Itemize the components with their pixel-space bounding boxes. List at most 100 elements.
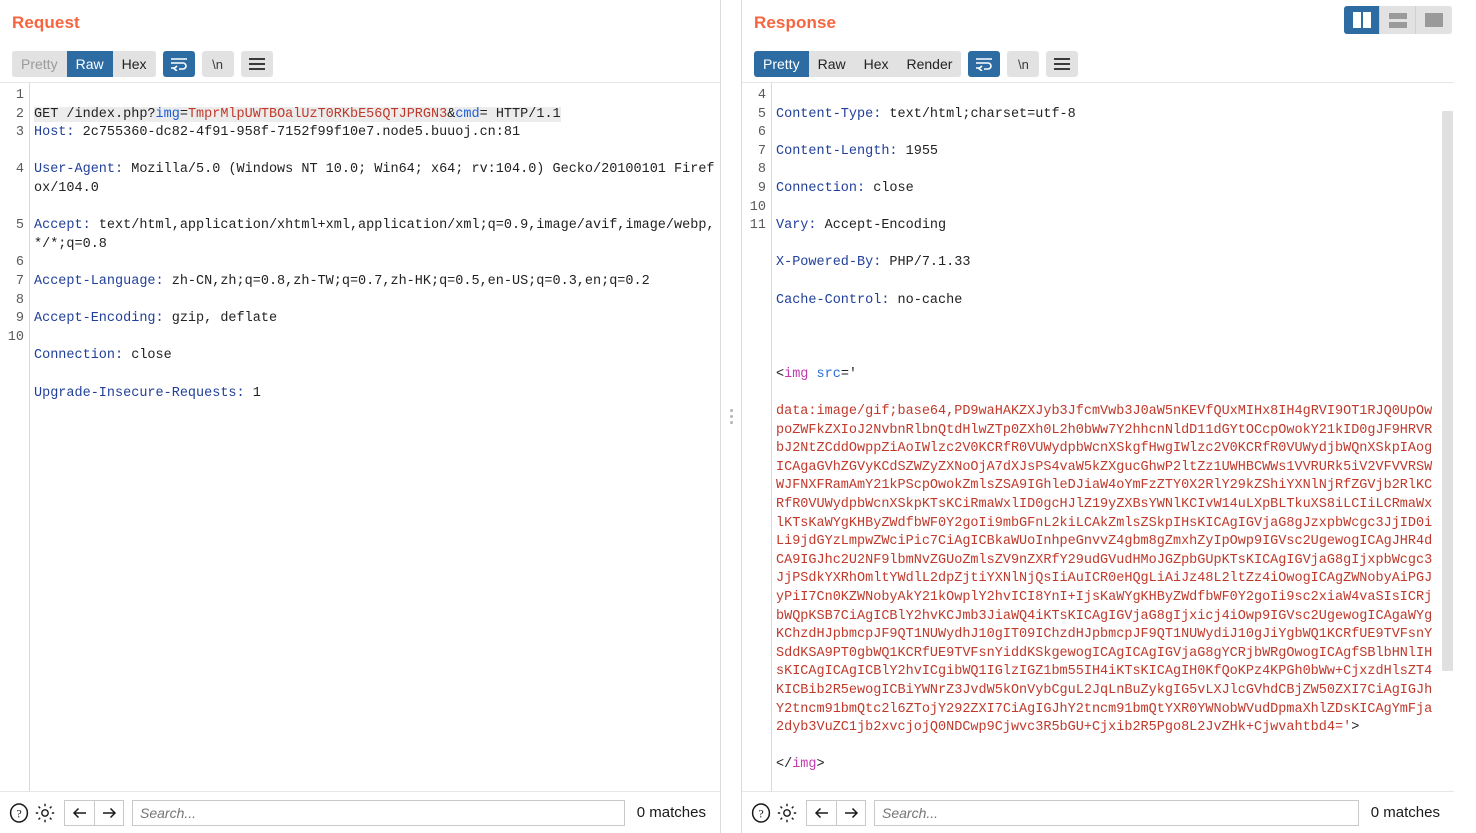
request-gutter-line: 7: [15, 273, 24, 289]
request-param-img: img: [155, 106, 180, 122]
response-gutter-line: 11: [749, 218, 766, 234]
request-newline-button[interactable]: \n: [201, 51, 234, 77]
request-header-name: Accept:: [34, 218, 91, 234]
response-help-icon[interactable]: ?: [748, 800, 774, 826]
request-header-value: zh-CN,zh;q=0.8,zh-TW;q=0.7,zh-HK;q=0.5,e…: [163, 273, 650, 289]
layout-stacked-icon[interactable]: [1380, 6, 1416, 34]
request-view-tabs: Pretty Raw Hex: [12, 51, 156, 77]
response-match-count: 0 matches: [1370, 804, 1440, 821]
response-tag-img-close: img: [792, 757, 817, 773]
response-base64-payload: PD9waHAKZXJyb3JfcmVwb3J0aW5nKEVfQUxMIHx8…: [776, 404, 1433, 736]
response-attr-eq: =': [840, 366, 858, 382]
response-data-uri: data:image/gif;base64,PD9waHAKZXJyb3Jfcm…: [776, 403, 1438, 738]
response-tab-render[interactable]: Render: [897, 51, 962, 77]
response-attr-close: >: [1351, 720, 1360, 736]
response-header-line: X-Powered-By: PHP/7.1.33: [776, 254, 1438, 273]
response-tab-raw[interactable]: Raw: [808, 51, 855, 77]
response-vertical-scrollbar[interactable]: [1440, 83, 1454, 791]
request-eq2: =: [479, 106, 488, 122]
request-prev-match-arrow-left-icon[interactable]: [64, 799, 94, 826]
response-gear-icon[interactable]: [774, 800, 800, 826]
request-wrap-lines-icon[interactable]: [162, 51, 195, 77]
response-header-value: no-cache: [889, 292, 963, 308]
request-header-name: Accept-Encoding:: [34, 311, 164, 327]
response-gutter-line: 4: [757, 88, 766, 103]
layout-side-by-side-icon[interactable]: [1344, 6, 1380, 34]
request-header-value: close: [123, 348, 172, 364]
request-param-cmd: cmd: [455, 106, 480, 122]
response-tab-hex[interactable]: Hex: [854, 51, 898, 77]
request-header-value: 2c755360-dc82-4f91-958f-7152f99f10e7.nod…: [74, 125, 521, 141]
response-scroll-thumb[interactable]: [1442, 111, 1453, 671]
request-gutter-line: [0, 199, 24, 218]
request-header-value: gzip, deflate: [163, 311, 278, 327]
request-header-name: Connection:: [34, 348, 124, 364]
request-gutter-line: 2: [15, 106, 24, 122]
request-header: Request: [0, 0, 720, 46]
response-panel: Response Pretty Raw Hex Render \n 4 5 6 …: [742, 0, 1454, 833]
request-gutter-line: [0, 180, 24, 199]
response-tab-pretty[interactable]: Pretty: [754, 51, 809, 77]
response-tag-img: img: [784, 366, 809, 382]
request-menu-hamburger-icon[interactable]: [240, 51, 273, 77]
response-line-numbers: 4 5 6 7 8 9 10 11: [742, 83, 772, 791]
response-toolbar: Pretty Raw Hex Render \n: [742, 46, 1454, 82]
response-header-name: X-Powered-By:: [776, 255, 882, 271]
response-header-line: Vary: Accept-Encoding: [776, 217, 1438, 236]
request-gutter-line: 6: [15, 255, 24, 271]
response-wrap-lines-icon[interactable]: [968, 51, 1001, 77]
svg-text:?: ?: [16, 806, 21, 820]
request-gutter-line: 8: [15, 292, 24, 308]
request-param-img-value: TmprMlpUWTBOalUzT0RKbE56QTJPRGN3: [187, 106, 448, 122]
request-header-name: Upgrade-Insecure-Requests:: [34, 385, 245, 401]
response-editor[interactable]: 4 5 6 7 8 9 10 11 Content-Type: text/htm…: [742, 82, 1454, 791]
request-toolbar: Pretty Raw Hex \n: [0, 46, 720, 82]
request-title: Request: [12, 13, 80, 32]
response-header-name: Content-Length:: [776, 143, 898, 159]
response-data-uri-prefix: data:image/gif;base64,: [776, 404, 955, 420]
response-prev-match-arrow-left-icon[interactable]: [806, 799, 836, 826]
response-title: Response: [754, 13, 837, 32]
request-eq1: =: [179, 106, 188, 122]
response-header-value: 1955: [897, 143, 939, 159]
response-header-value: text/html;charset=utf-8: [881, 106, 1076, 122]
response-lt: <: [776, 366, 785, 382]
request-tab-hex[interactable]: Hex: [112, 51, 156, 77]
layout-switch: [1344, 6, 1452, 34]
request-gutter-line: 3: [15, 125, 24, 141]
layout-single-icon[interactable]: [1416, 6, 1452, 34]
panel-splitter[interactable]: [720, 0, 742, 833]
response-img-close-tag: </img>: [776, 757, 825, 773]
request-header-line: Upgrade-Insecure-Requests: 1: [34, 385, 720, 404]
response-body-text[interactable]: Content-Type: text/html;charset=utf-8 Co…: [772, 83, 1454, 791]
request-protocol: HTTP/1.1: [487, 106, 561, 122]
request-tab-pretty[interactable]: Pretty: [12, 51, 67, 77]
burp-repeater-window: Request Pretty Raw Hex \n 1 2 3 4 5 6 7 …: [0, 0, 1476, 833]
response-next-match-arrow-right-icon[interactable]: [836, 799, 866, 826]
response-attr-src: src: [808, 366, 841, 382]
request-search-input[interactable]: [132, 799, 625, 826]
response-gutter-line: 6: [757, 125, 766, 141]
request-header-line: Accept-Encoding: gzip, deflate: [34, 310, 720, 329]
request-line-1: GET /index.php?img=TmprMlpUWTBOalUzT0RKb…: [34, 106, 561, 122]
request-gutter-line: 9: [15, 311, 24, 327]
request-gear-icon[interactable]: [32, 800, 58, 826]
response-blank-line: [776, 329, 1438, 348]
request-next-match-arrow-right-icon[interactable]: [94, 799, 124, 826]
request-header-value: Mozilla/5.0 (Windows NT 10.0; Win64; x64…: [34, 162, 715, 196]
request-editor[interactable]: 1 2 3 4 5 6 7 8 9 10 GET /index.php?img=…: [0, 82, 720, 791]
request-header-value: text/html,application/xhtml+xml,applicat…: [34, 218, 715, 252]
request-tab-raw[interactable]: Raw: [66, 51, 113, 77]
response-newline-button[interactable]: \n: [1007, 51, 1040, 77]
request-body-text[interactable]: GET /index.php?img=TmprMlpUWTBOalUzT0RKb…: [30, 83, 720, 791]
response-menu-hamburger-icon[interactable]: [1046, 51, 1079, 77]
response-search-input[interactable]: [874, 799, 1359, 826]
response-header-name: Vary:: [776, 218, 817, 234]
splitter-grip-dots-icon: [729, 409, 733, 424]
response-gutter-line: 7: [757, 143, 766, 159]
request-header-name: User-Agent:: [34, 162, 124, 178]
request-gutter-line: 10: [7, 329, 24, 345]
request-gutter-line: [0, 143, 24, 162]
request-help-icon[interactable]: ?: [6, 800, 32, 826]
response-header-value: close: [865, 180, 914, 196]
